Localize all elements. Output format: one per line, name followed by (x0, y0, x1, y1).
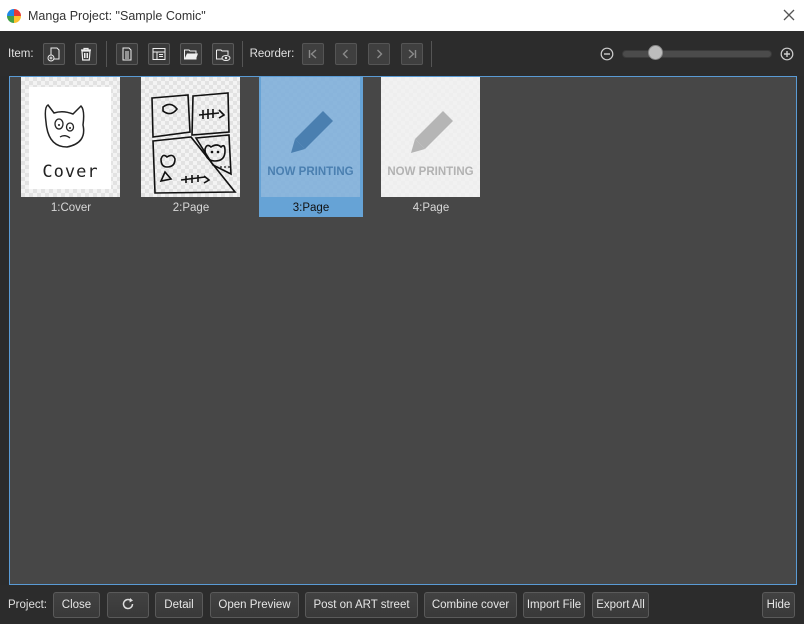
open-preview-icon (215, 46, 231, 62)
toolbar-separator (105, 40, 107, 67)
page-settings-button[interactable] (115, 42, 138, 65)
import-file-button[interactable]: Import File (523, 592, 585, 618)
page-image (141, 77, 240, 197)
item-label: Item: (8, 47, 34, 60)
first-icon (306, 47, 320, 61)
add-page-icon (46, 46, 62, 62)
cover-text: Cover (42, 162, 99, 182)
now-printing-text: NOW PRINTING (387, 166, 474, 178)
project-label: Project: (8, 599, 47, 611)
project-bar: Project: Close Detail Open Preview Post … (0, 585, 804, 624)
page-list-panel[interactable]: Cover 1:Cover 2:Page NOW PRINTING 3:Page… (9, 76, 797, 585)
now-printing-text: NOW PRINTING (267, 166, 354, 178)
multi-page-icon (151, 46, 167, 62)
refresh-icon (121, 597, 135, 614)
delete-page-button[interactable] (74, 42, 97, 65)
move-first-button[interactable] (302, 42, 325, 65)
page-label: 3:Page (292, 202, 330, 214)
page-thumbnail-2[interactable]: 2:Page (139, 77, 243, 217)
post-art-street-button[interactable]: Post on ART street (305, 592, 418, 618)
move-next-button[interactable] (368, 42, 391, 65)
title-bar: Manga Project: "Sample Comic" (0, 0, 804, 31)
comic-page-drawing-icon (151, 92, 237, 194)
export-all-button[interactable]: Export All (592, 592, 649, 618)
toolbar-separator (431, 40, 433, 67)
app-icon (7, 8, 21, 23)
open-folder-button[interactable] (179, 42, 202, 65)
open-folder-icon (183, 46, 199, 62)
page-image: Cover (21, 77, 120, 197)
hide-button[interactable]: Hide (762, 592, 795, 618)
last-icon (405, 47, 419, 61)
add-page-button[interactable] (42, 42, 65, 65)
page-thumbnail-4[interactable]: NOW PRINTING 4:Page (379, 77, 483, 217)
multi-page-button[interactable] (147, 42, 170, 65)
prev-icon (339, 47, 353, 61)
page-label: 2:Page (172, 202, 210, 214)
detail-button[interactable]: Detail (155, 592, 203, 618)
page-image: NOW PRINTING (381, 77, 480, 197)
pencil-icon (291, 111, 333, 153)
open-preview-button[interactable]: Open Preview (210, 592, 299, 618)
window-title: Manga Project: "Sample Comic" (28, 8, 206, 23)
pencil-icon (411, 111, 453, 153)
open-preview-button[interactable] (211, 42, 234, 65)
move-last-button[interactable] (401, 42, 424, 65)
reorder-label: Reorder: (249, 47, 295, 60)
next-icon (372, 47, 386, 61)
close-button[interactable]: Close (53, 592, 100, 618)
combine-cover-button[interactable]: Combine cover (424, 592, 517, 618)
trash-icon (78, 46, 94, 62)
close-window-icon[interactable] (780, 6, 798, 24)
refresh-button[interactable] (107, 592, 149, 618)
page-label: 4:Page (412, 202, 450, 214)
toolbar-separator (241, 40, 243, 67)
page-settings-icon (119, 46, 135, 62)
zoom-in-icon[interactable] (780, 47, 794, 61)
zoom-slider-track[interactable] (622, 50, 772, 58)
page-image: NOW PRINTING (261, 77, 360, 197)
zoom-slider-handle[interactable] (647, 45, 663, 60)
zoom-out-icon[interactable] (600, 47, 614, 61)
move-prev-button[interactable] (335, 42, 358, 65)
page-thumbnail-3[interactable]: NOW PRINTING 3:Page (259, 77, 363, 217)
page-thumbnail-1[interactable]: Cover 1:Cover (19, 77, 123, 217)
page-label: 1:Cover (50, 202, 92, 214)
